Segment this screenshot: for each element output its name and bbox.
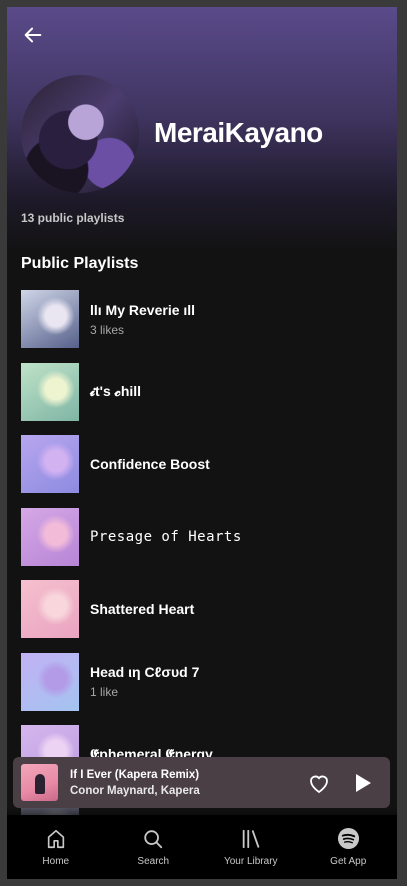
bottom-tab-bar: Home Search Your Library Get App [7, 815, 397, 879]
tab-home[interactable]: Home [7, 815, 105, 879]
back-button[interactable] [19, 21, 47, 49]
profile-username: MeraiKayano [154, 117, 323, 148]
playlist-cover [21, 507, 79, 566]
play-button[interactable] [348, 768, 378, 798]
playlist-row[interactable]: Heaԁ ιη Cℓσυԁ 7 1 like [21, 652, 391, 711]
heart-icon [310, 775, 328, 793]
now-playing-bar[interactable]: If I Ever (Kapera Remix) Conor Maynard, … [13, 757, 390, 808]
section-title-public-playlists: Public Playlists [21, 255, 139, 272]
playlist-row[interactable]: Presage of Hearts [21, 507, 391, 566]
playlist-name: llı My Reverie ıll [90, 301, 196, 318]
like-button[interactable] [304, 768, 334, 798]
playlist-name: Heaԁ ιη Cℓσυԁ 7 [90, 664, 200, 680]
search-icon [144, 829, 163, 848]
playlist-name: 𝓲t's 𝓬hill [90, 383, 142, 399]
playlist-row[interactable]: 𝓲t's 𝓬hill [21, 362, 391, 421]
spotify-icon [337, 827, 359, 850]
playlist-likes: 3 likes [90, 322, 125, 337]
play-icon [356, 773, 371, 792]
playlist-likes: 1 like [90, 685, 119, 699]
library-icon [242, 829, 259, 848]
playlist-name: Confidence Boost [90, 456, 210, 472]
public-playlist-count: 13 public playlists [21, 211, 125, 225]
tab-get-app[interactable]: Get App [300, 815, 398, 879]
playlist-cover [21, 362, 79, 421]
playlist-cover [21, 652, 79, 711]
tab-your-library[interactable]: Your Library [202, 815, 300, 879]
now-playing-artist: Conor Maynard, Kapera [70, 784, 200, 797]
tab-home-label: Home [42, 855, 70, 867]
profile-header: MeraiKayano 13 public playlists [7, 7, 397, 252]
playlist-row[interactable]: Confidence Boost [21, 435, 391, 493]
tab-your-library-label: Your Library [223, 855, 278, 867]
now-playing-title: If I Ever (Kapera Remix) [70, 768, 200, 781]
arrow-left-icon [24, 27, 42, 43]
profile-screen: MeraiKayano 13 public playlists Public P… [7, 7, 397, 879]
playlist-cover [21, 580, 79, 638]
playlist-cover [21, 435, 79, 493]
playlist-cover [21, 290, 79, 348]
tab-search-label: Search [137, 855, 170, 867]
home-icon [47, 829, 64, 848]
playlist-row[interactable]: llı My Reverie ıll 3 likes [21, 290, 391, 348]
now-playing-artwork [21, 764, 58, 801]
avatar [21, 75, 139, 193]
playlist-name: Shattered Heart [90, 601, 195, 617]
playlist-row[interactable]: Shattered Heart [21, 580, 391, 638]
tab-get-app-label: Get App [330, 856, 367, 867]
playlist-name: Presage of Hearts [90, 528, 242, 545]
tab-search[interactable]: Search [105, 815, 203, 879]
